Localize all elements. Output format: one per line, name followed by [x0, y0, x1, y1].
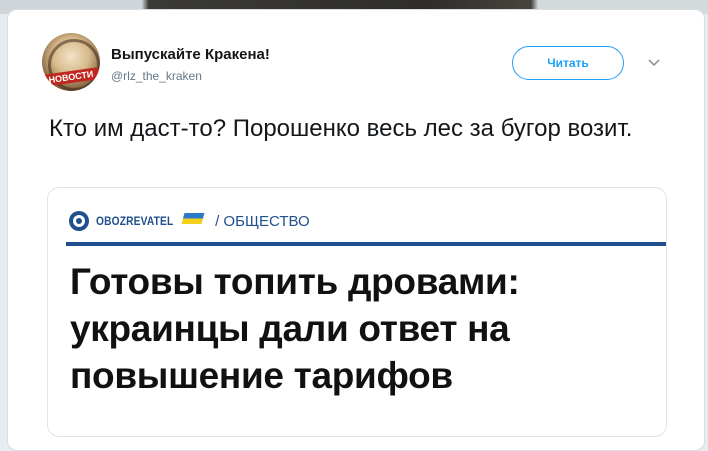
tweet-text: Кто им даст-то? Порошенко весь лес за бу…: [49, 115, 633, 142]
media-divider: [66, 242, 666, 246]
follow-button[interactable]: Читать: [512, 46, 624, 80]
logo-text: OBOZREVATEL: [96, 214, 174, 228]
avatar[interactable]: НОВОСТИ: [42, 33, 100, 91]
section-label: / ОБЩЕСТВО: [215, 212, 310, 230]
media-header: OBOZREVATEL / ОБЩЕСТВО: [68, 210, 310, 232]
media-card[interactable]: OBOZREVATEL / ОБЩЕСТВО Готовы топить дро…: [47, 187, 667, 437]
logo-flag: [181, 212, 205, 224]
display-name[interactable]: Выпускайте Кракена!: [111, 46, 270, 63]
obozrevatel-logo-icon: [69, 211, 89, 231]
user-handle[interactable]: @rlz_the_kraken: [111, 69, 202, 83]
chevron-down-icon[interactable]: [647, 58, 661, 68]
article-headline: Готовы топить дровами: украинцы дали отв…: [70, 261, 520, 396]
